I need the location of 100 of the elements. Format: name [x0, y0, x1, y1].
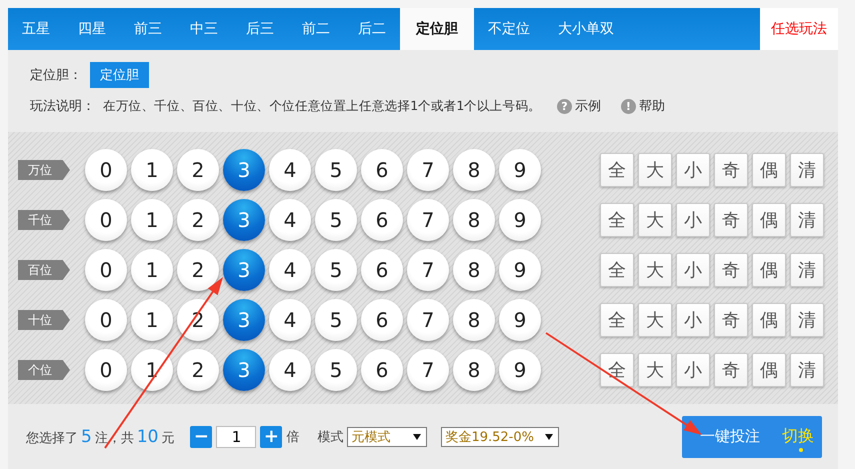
number-ball[interactable]: 0	[85, 349, 127, 391]
number-ball[interactable]: 7	[407, 149, 449, 191]
filter-button[interactable]: 大	[638, 203, 672, 237]
position-tag: 个位	[18, 360, 70, 380]
tab[interactable]: 不定位	[474, 8, 544, 50]
filter-button[interactable]: 小	[676, 153, 710, 187]
help-link[interactable]: 帮助	[638, 97, 665, 115]
filter-button[interactable]: 奇	[714, 153, 748, 187]
tab[interactable]: 后三	[232, 8, 288, 50]
filter-button[interactable]: 清	[790, 153, 824, 187]
number-ball[interactable]: 8	[453, 299, 495, 341]
filter-button[interactable]: 清	[790, 253, 824, 287]
filter-button[interactable]: 小	[676, 353, 710, 387]
plus-button[interactable]: +	[260, 426, 282, 448]
number-ball[interactable]: 2	[177, 149, 219, 191]
number-ball[interactable]: 7	[407, 349, 449, 391]
number-ball[interactable]: 3	[223, 249, 265, 291]
number-ball[interactable]: 6	[361, 149, 403, 191]
number-ball[interactable]: 4	[269, 299, 311, 341]
number-ball[interactable]: 2	[177, 249, 219, 291]
filter-button[interactable]: 偶	[752, 253, 786, 287]
filter-button[interactable]: 偶	[752, 303, 786, 337]
number-ball[interactable]: 4	[269, 349, 311, 391]
filter-button[interactable]: 清	[790, 203, 824, 237]
number-ball[interactable]: 5	[315, 349, 357, 391]
filter-button[interactable]: 小	[676, 303, 710, 337]
number-ball[interactable]: 0	[85, 299, 127, 341]
filter-button[interactable]: 奇	[714, 253, 748, 287]
tab[interactable]: 五星	[8, 8, 64, 50]
filter-button[interactable]: 全	[600, 353, 634, 387]
number-ball[interactable]: 0	[85, 249, 127, 291]
number-ball[interactable]: 4	[269, 249, 311, 291]
number-ball[interactable]: 5	[315, 249, 357, 291]
tab[interactable]: 前三	[120, 8, 176, 50]
number-ball[interactable]: 8	[453, 149, 495, 191]
tab[interactable]: 前二	[288, 8, 344, 50]
number-ball[interactable]: 8	[453, 249, 495, 291]
number-ball[interactable]: 8	[453, 349, 495, 391]
number-ball[interactable]: 3	[223, 149, 265, 191]
number-ball[interactable]: 3	[223, 199, 265, 241]
number-ball[interactable]: 3	[223, 349, 265, 391]
filter-button[interactable]: 奇	[714, 203, 748, 237]
multiplier-field[interactable]: 1	[216, 426, 256, 448]
prize-dropdown[interactable]: 奖金19.52-0%	[441, 426, 560, 446]
number-ball[interactable]: 7	[407, 249, 449, 291]
number-ball[interactable]: 9	[499, 249, 541, 291]
number-ball[interactable]: 1	[131, 149, 173, 191]
tab[interactable]: 后二	[344, 8, 400, 50]
tab[interactable]: 大小单双	[544, 8, 628, 50]
filter-button[interactable]: 全	[600, 153, 634, 187]
number-ball[interactable]: 1	[131, 299, 173, 341]
number-ball[interactable]: 5	[315, 299, 357, 341]
filter-button[interactable]: 大	[638, 353, 672, 387]
number-ball[interactable]: 1	[131, 249, 173, 291]
number-ball[interactable]: 7	[407, 299, 449, 341]
tab[interactable]: 任选玩法	[760, 8, 838, 50]
filter-button[interactable]: 奇	[714, 353, 748, 387]
number-ball[interactable]: 1	[131, 199, 173, 241]
number-ball[interactable]: 0	[85, 199, 127, 241]
mode-dropdown[interactable]: 元模式	[347, 426, 428, 446]
filter-button[interactable]: 大	[638, 303, 672, 337]
number-ball[interactable]: 4	[269, 149, 311, 191]
number-ball[interactable]: 0	[85, 149, 127, 191]
filter-button[interactable]: 奇	[714, 303, 748, 337]
number-ball[interactable]: 2	[177, 349, 219, 391]
filter-button[interactable]: 大	[638, 153, 672, 187]
play-type-button[interactable]: 定位胆	[90, 62, 149, 88]
minus-button[interactable]: −	[190, 426, 212, 448]
number-ball[interactable]: 6	[361, 199, 403, 241]
number-ball[interactable]: 9	[499, 349, 541, 391]
submit-button[interactable]: 一键投注	[700, 427, 760, 446]
number-ball[interactable]: 5	[315, 199, 357, 241]
tab[interactable]: 中三	[176, 8, 232, 50]
number-ball[interactable]: 9	[499, 199, 541, 241]
filter-button[interactable]: 偶	[752, 153, 786, 187]
number-ball[interactable]: 6	[361, 349, 403, 391]
filter-button[interactable]: 清	[790, 353, 824, 387]
filter-button[interactable]: 全	[600, 303, 634, 337]
number-ball[interactable]: 9	[499, 299, 541, 341]
filter-button[interactable]: 小	[676, 253, 710, 287]
number-ball[interactable]: 6	[361, 249, 403, 291]
filter-button[interactable]: 清	[790, 303, 824, 337]
number-ball[interactable]: 2	[177, 299, 219, 341]
number-ball[interactable]: 9	[499, 149, 541, 191]
number-ball[interactable]: 3	[223, 299, 265, 341]
filter-button[interactable]: 偶	[752, 353, 786, 387]
filter-button[interactable]: 偶	[752, 203, 786, 237]
filter-button[interactable]: 全	[600, 203, 634, 237]
number-ball[interactable]: 4	[269, 199, 311, 241]
filter-button[interactable]: 大	[638, 253, 672, 287]
filter-button[interactable]: 小	[676, 203, 710, 237]
number-ball[interactable]: 8	[453, 199, 495, 241]
tab[interactable]: 定位胆	[400, 8, 474, 50]
number-ball[interactable]: 6	[361, 299, 403, 341]
number-ball[interactable]: 2	[177, 199, 219, 241]
number-ball[interactable]: 5	[315, 149, 357, 191]
number-ball[interactable]: 7	[407, 199, 449, 241]
help-link[interactable]: 示例	[574, 97, 601, 115]
tab[interactable]: 四星	[64, 8, 120, 50]
filter-button[interactable]: 全	[600, 253, 634, 287]
